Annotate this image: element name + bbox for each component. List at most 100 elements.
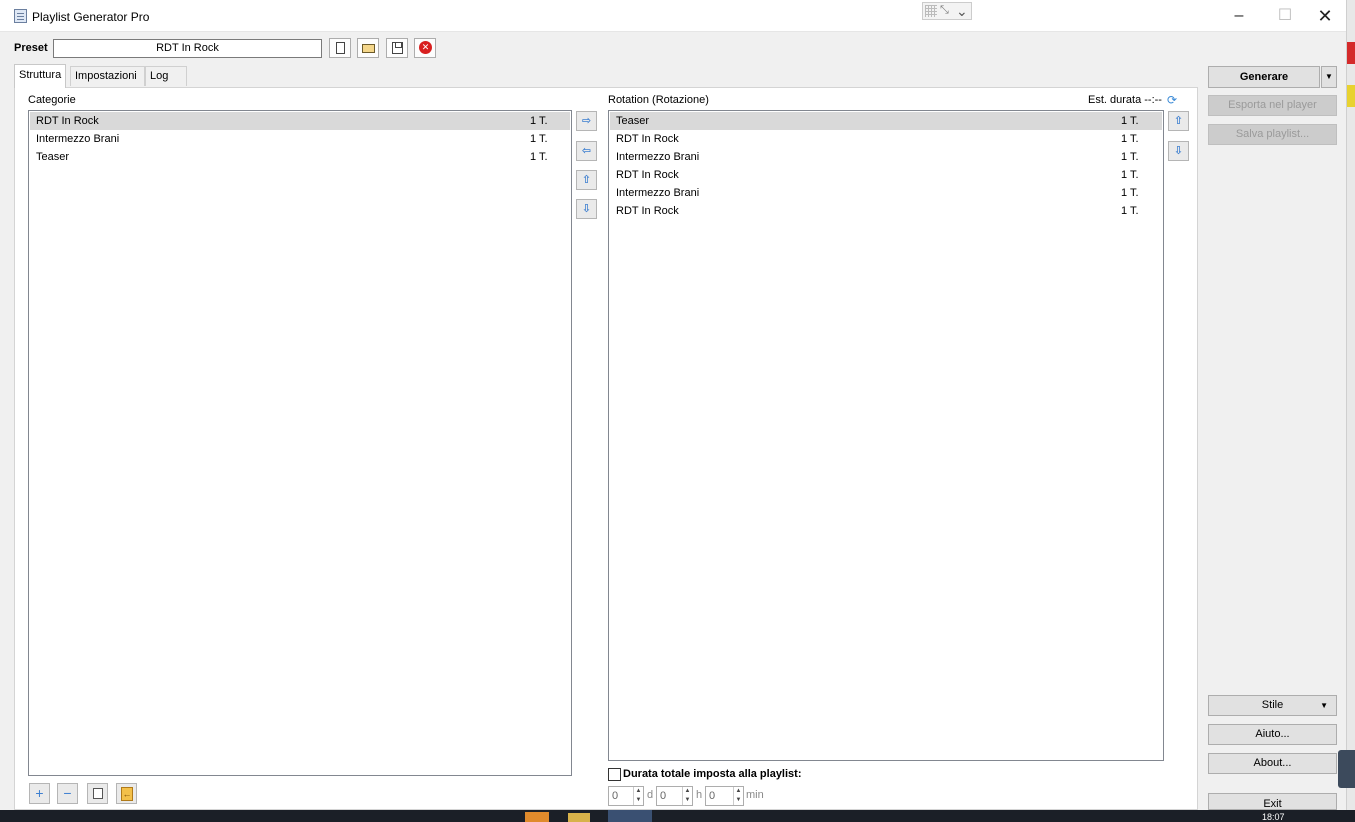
rotation-list[interactable]: Teaser 1 T. RDT In Rock 1 T. Intermezzo … xyxy=(608,110,1164,761)
item-count: 1 T. xyxy=(1121,205,1139,217)
remove-category-button[interactable]: − xyxy=(57,783,78,804)
taskbar xyxy=(0,810,1355,822)
chevron-down-icon: ⌄ xyxy=(956,3,968,19)
remove-from-rotation-button[interactable]: ⇦ xyxy=(576,141,597,161)
item-count: 1 T. xyxy=(1121,169,1139,181)
item-count: 1 T. xyxy=(1121,115,1139,127)
categorie-move-up-button[interactable]: ⇧ xyxy=(576,170,597,190)
list-item[interactable]: Intermezzo Brani 1 T. xyxy=(30,130,570,148)
minutes-stepper[interactable]: 0 ▲ ▼ xyxy=(705,786,744,806)
item-name: Teaser xyxy=(36,151,70,163)
item-name: Teaser xyxy=(616,115,650,127)
stepper-arrows-icon[interactable]: ▲ ▼ xyxy=(733,787,743,805)
taskbar-active-app-icon[interactable] xyxy=(608,810,652,822)
item-count: 1 T. xyxy=(530,151,548,163)
taskbar-clock: 18:07 xyxy=(1262,812,1285,822)
folder-icon xyxy=(362,44,375,53)
new-preset-button[interactable] xyxy=(329,38,351,58)
item-name: Intermezzo Brani xyxy=(616,151,700,163)
delete-icon: ✕ xyxy=(419,41,432,54)
stepper-arrows-icon[interactable]: ▲ ▼ xyxy=(633,787,643,805)
edit-category-button[interactable] xyxy=(87,783,108,804)
arrow-down-icon: ⇩ xyxy=(1173,145,1184,157)
arrow-up-icon: ⇧ xyxy=(1173,115,1184,127)
list-item[interactable]: RDT In Rock 1 T. xyxy=(30,112,570,130)
generare-dropdown-button[interactable]: ▼ xyxy=(1321,66,1337,88)
rotation-move-down-button[interactable]: ⇩ xyxy=(1168,141,1189,161)
open-preset-button[interactable] xyxy=(357,38,379,58)
hours-unit: h xyxy=(696,789,703,801)
edit-icon xyxy=(93,788,103,799)
tab-log[interactable]: Log xyxy=(145,66,187,86)
save-preset-button[interactable] xyxy=(386,38,408,58)
stepper-arrows-icon[interactable]: ▲ ▼ xyxy=(682,787,692,805)
aiuto-button[interactable]: Aiuto... xyxy=(1208,724,1337,745)
chevron-down-icon: ▼ xyxy=(1320,701,1328,710)
days-stepper[interactable]: 0 ▲ ▼ xyxy=(608,786,644,806)
import-category-button[interactable]: ← xyxy=(116,783,137,804)
floppy-icon xyxy=(392,42,403,54)
durata-label: Durata totale imposta alla playlist: xyxy=(623,768,802,780)
item-count: 1 T. xyxy=(530,133,548,145)
app-icon xyxy=(14,9,27,23)
desktop-edge-dark-icon xyxy=(1338,750,1355,788)
desktop-edge xyxy=(1346,0,1355,822)
categorie-list[interactable]: RDT In Rock 1 T. Intermezzo Brani 1 T. T… xyxy=(28,110,572,776)
item-name: Intermezzo Brani xyxy=(616,187,700,199)
rotation-label: Rotation (Rotazione) xyxy=(608,94,709,106)
tab-impostazioni[interactable]: Impostazioni xyxy=(70,66,145,86)
hours-stepper[interactable]: 0 ▲ ▼ xyxy=(656,786,693,806)
durata-checkbox[interactable] xyxy=(608,768,621,781)
exit-button[interactable]: Exit xyxy=(1208,793,1337,810)
about-button[interactable]: About... xyxy=(1208,753,1337,774)
list-item[interactable]: Teaser 1 T. xyxy=(610,112,1162,130)
minimize-button[interactable]: – xyxy=(1216,0,1262,32)
item-count: 1 T. xyxy=(530,115,548,127)
desktop-edge-yellow-icon xyxy=(1347,85,1355,107)
list-item[interactable]: Intermezzo Brani 1 T. xyxy=(610,148,1162,166)
stile-dropdown[interactable]: Stile ▼ xyxy=(1208,695,1337,716)
tab-struttura[interactable]: Struttura xyxy=(14,64,67,88)
est-durata-label: Est. durata --:-- xyxy=(1088,94,1162,106)
list-item[interactable]: RDT In Rock 1 T. xyxy=(610,166,1162,184)
item-name: Intermezzo Brani xyxy=(36,133,120,145)
chevron-down-icon: ▼ xyxy=(1325,72,1333,81)
item-name: RDT In Rock xyxy=(616,169,679,181)
preset-field[interactable]: RDT In Rock xyxy=(53,39,322,58)
add-category-button[interactable]: + xyxy=(29,783,50,804)
item-name: RDT In Rock xyxy=(616,133,679,145)
list-item[interactable]: Teaser 1 T. xyxy=(30,148,570,166)
arrow-left-icon: ⇦ xyxy=(581,145,592,157)
item-count: 1 T. xyxy=(1121,133,1139,145)
snap-layout-widget[interactable]: ⤡ ⌄ xyxy=(922,2,972,20)
grid-icon xyxy=(925,5,937,17)
close-button[interactable]: ✕ xyxy=(1302,0,1348,32)
days-value: 0 xyxy=(612,790,619,802)
rotation-move-up-button[interactable]: ⇧ xyxy=(1168,111,1189,131)
arrow-up-icon: ⇧ xyxy=(581,174,592,186)
generare-button[interactable]: Generare xyxy=(1208,66,1320,88)
refresh-icon[interactable]: ⟳ xyxy=(1167,93,1177,107)
list-item[interactable]: RDT In Rock 1 T. xyxy=(610,202,1162,220)
preset-label: Preset xyxy=(14,42,48,54)
arrow-down-icon: ⇩ xyxy=(581,203,592,215)
categorie-move-down-button[interactable]: ⇩ xyxy=(576,199,597,219)
add-to-rotation-button[interactable]: ⇨ xyxy=(576,111,597,131)
list-item[interactable]: RDT In Rock 1 T. xyxy=(610,130,1162,148)
item-count: 1 T. xyxy=(1121,151,1139,163)
hours-value: 0 xyxy=(660,790,667,802)
window-title: Playlist Generator Pro xyxy=(32,10,150,24)
expand-icon: ⤡ xyxy=(940,4,949,16)
salva-playlist-button[interactable]: Salva playlist... xyxy=(1208,124,1337,145)
item-name: RDT In Rock xyxy=(36,115,99,127)
esporta-button[interactable]: Esporta nel player xyxy=(1208,95,1337,116)
list-item[interactable]: Intermezzo Brani 1 T. xyxy=(610,184,1162,202)
item-count: 1 T. xyxy=(1121,187,1139,199)
import-icon: ← xyxy=(121,787,133,801)
taskbar-app-icon[interactable] xyxy=(525,812,549,822)
delete-preset-button[interactable]: ✕ xyxy=(414,38,436,58)
minus-icon: − xyxy=(63,785,72,801)
title-bar: Playlist Generator Pro ⤡ ⌄ – ☐ ✕ xyxy=(0,0,1346,32)
taskbar-folder-icon[interactable] xyxy=(568,813,590,822)
desktop-edge-red-icon xyxy=(1347,42,1355,64)
